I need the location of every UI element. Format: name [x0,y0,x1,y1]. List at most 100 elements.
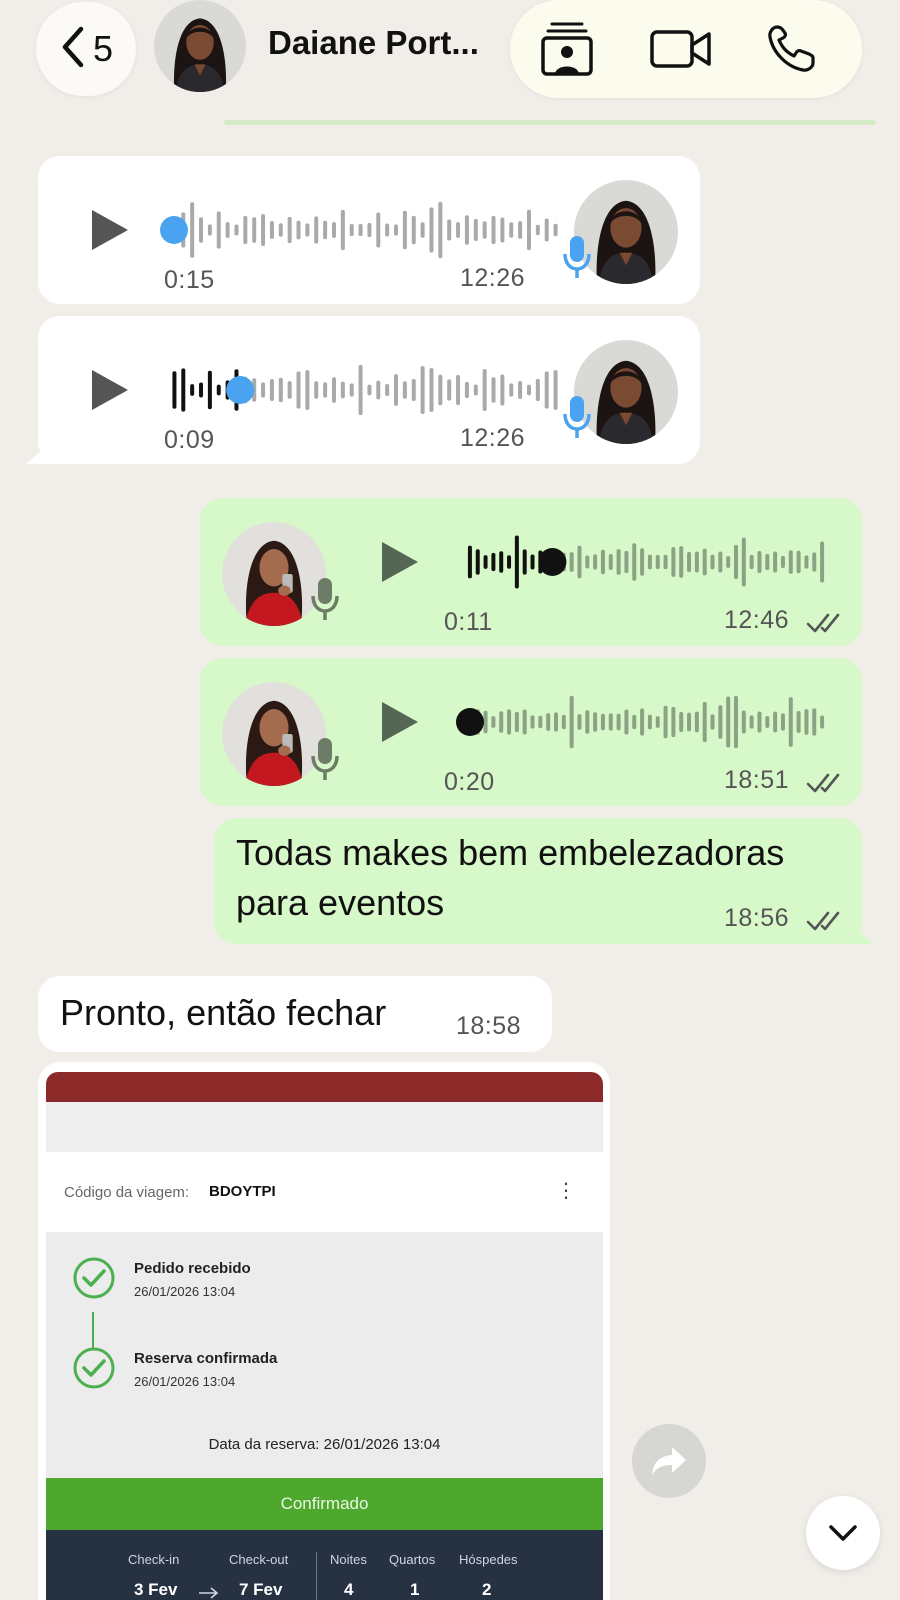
message-time: 18:56 [724,904,790,932]
check-circle-icon [73,1257,115,1299]
waveform-bar [464,215,469,245]
waveform-bar [544,218,549,242]
rooms-label: Quartos [389,1552,436,1567]
contact-card-icon[interactable] [532,14,602,84]
message-time: 12:26 [460,424,526,452]
playhead[interactable] [226,376,255,404]
waveform-bar [491,377,496,403]
waveform-bar [509,383,514,397]
waveform-bar [694,711,699,733]
audio-waveform[interactable] [160,360,570,420]
waveform-bar [349,223,354,237]
waveform-bar [243,215,248,245]
waveform-bar [538,715,543,729]
order-timeline: Pedido recebido 26/01/2026 13:04 Reserva… [46,1232,603,1478]
waveform-bar [585,555,590,569]
waveform-bar [526,384,531,396]
waveform-bar [608,713,613,731]
waveform-bar [522,709,527,735]
waveform-bar [757,550,762,574]
audio-waveform[interactable] [456,532,836,592]
waveform-bar [569,695,574,749]
waveform-bar [340,209,345,251]
video-camera-icon[interactable] [646,14,716,84]
waveform-bar [514,535,519,589]
waveform-bar [718,551,723,573]
audio-message-outgoing: 0:20 18:51 [200,658,862,806]
header-divider [224,120,876,125]
waveform-bar [632,543,637,581]
waveform-bar [734,544,738,580]
waveform-bar [367,384,372,396]
play-icon[interactable] [90,208,130,252]
play-icon[interactable] [90,368,130,412]
play-icon[interactable] [380,540,420,584]
scroll-down-button[interactable] [806,1496,880,1570]
waveform-bar [640,548,645,576]
playhead[interactable] [456,708,484,736]
waveform-bar [518,380,523,400]
waveform-bar [749,554,754,570]
waveform-bar [225,222,230,238]
forward-button[interactable] [632,1424,706,1498]
waveform-bar [718,705,723,739]
audio-duration: 0:15 [164,266,215,294]
waveform-bar [483,710,488,734]
waveform-bar [473,384,478,396]
waveform-bar [522,549,527,575]
message-time: 18:58 [456,1012,522,1040]
playhead[interactable] [538,548,567,576]
waveform-bar [500,374,505,406]
audio-message-incoming: 0:15 12:26 [38,156,700,304]
waveform-bar [199,382,204,398]
waveform-bar [473,219,478,241]
waveform-bar [394,374,399,406]
waveform-bar [820,541,825,583]
booking-date-label: Data da reserva: [208,1436,320,1453]
waveform-bar [820,715,825,729]
phone-icon[interactable] [756,14,826,84]
waveform-bar [420,222,425,238]
waveform-bar [694,551,699,573]
waveform-bar [411,379,416,401]
waveform-bar [616,713,621,731]
double-check-icon [806,911,840,931]
waveform-bar [278,223,283,237]
waveform-bar [655,554,660,570]
audio-waveform[interactable] [160,200,570,260]
waveform-bar [514,711,519,733]
trip-code-row: Código da viagem: BDOYTPI ⋮ [46,1152,603,1232]
playhead[interactable] [160,216,188,244]
trip-code-value: BDOYTPI [209,1183,276,1200]
waveform-bar [554,712,558,732]
waveform-bar [593,554,598,570]
waveform-bar [438,374,443,406]
message-time: 18:51 [724,766,790,794]
waveform-bar [305,223,310,237]
message-time: 12:46 [724,606,790,634]
waveform-bar [181,368,186,412]
waveform-bar [530,554,535,570]
waveform-bar [687,712,692,732]
waveform-bar [593,712,598,732]
contact-avatar[interactable] [154,0,246,92]
play-icon[interactable] [380,700,420,744]
shared-image-receipt[interactable]: Código da viagem: BDOYTPI ⋮ Pedido receb… [38,1062,610,1600]
contact-name[interactable]: Daiane Port... [268,24,479,62]
waveform-bar [624,550,629,574]
chevron-left-icon [59,25,87,74]
waveform-bar [296,371,301,409]
forward-icon [652,1447,686,1475]
waveform-bar [507,555,512,569]
waveform-bar [199,217,204,243]
waveform-bar [429,367,434,413]
audio-waveform[interactable] [456,692,836,752]
waveform-bar [216,211,221,249]
back-button[interactable]: 5 [36,2,136,96]
audio-duration: 0:20 [444,768,495,796]
waveform-bar [331,222,336,238]
nights-label: Noites [330,1552,367,1567]
waveform-bar [261,382,266,398]
waveform-bar [679,711,684,733]
audio-duration: 0:11 [444,608,493,636]
